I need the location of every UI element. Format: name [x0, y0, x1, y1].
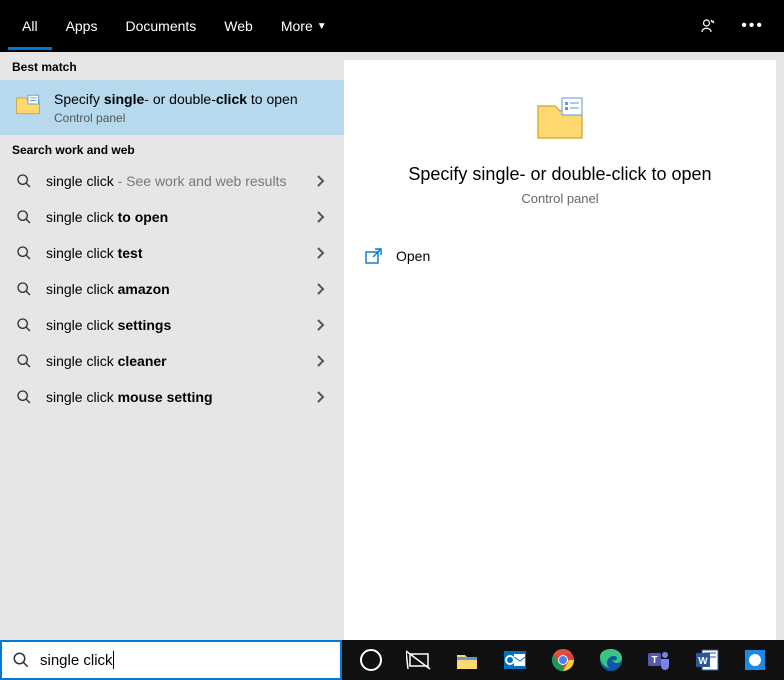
tab-label: More [281, 18, 313, 34]
tab-label: Apps [66, 18, 98, 34]
web-suggestion[interactable]: single click - See work and web results [0, 163, 344, 199]
chevron-right-icon [316, 210, 330, 224]
tab-more[interactable]: More ▼ [267, 2, 341, 50]
search-icon [14, 243, 34, 263]
web-suggestion[interactable]: single click to open [0, 199, 344, 235]
results-panel: Best match Specify single- or double-cli… [0, 52, 344, 640]
chevron-right-icon [316, 390, 330, 404]
feedback-icon[interactable] [687, 9, 729, 43]
best-match-subtitle: Control panel [54, 111, 330, 125]
suggestion-text: single click mouse setting [46, 389, 304, 405]
web-suggestion[interactable]: single click mouse setting [0, 379, 344, 415]
svg-text:T: T [651, 655, 657, 666]
web-suggestion[interactable]: single click amazon [0, 271, 344, 307]
folder-options-icon [14, 90, 42, 118]
search-icon [14, 315, 34, 335]
open-action[interactable]: Open [360, 239, 760, 273]
search-input-value: single click [40, 652, 113, 669]
preview-panel: Specify single- or double-click to open … [344, 60, 776, 640]
best-match-result[interactable]: Specify single- or double-click to open … [0, 80, 344, 135]
tab-all[interactable]: All [8, 2, 52, 50]
text-cursor [113, 651, 114, 669]
suggestion-text: single click cleaner [46, 353, 304, 369]
chevron-down-icon: ▼ [317, 21, 327, 32]
tab-web[interactable]: Web [210, 2, 267, 50]
chevron-right-icon [316, 282, 330, 296]
search-input-box[interactable]: single click [0, 640, 342, 680]
search-icon [14, 279, 34, 299]
tab-label: Web [224, 18, 253, 34]
taskbar-teams-icon[interactable]: T [636, 640, 682, 680]
taskbar-app-icon[interactable] [732, 640, 778, 680]
web-suggestion[interactable]: single click cleaner [0, 343, 344, 379]
suggestion-text: single click settings [46, 317, 304, 333]
taskbar-outlook-icon[interactable] [492, 640, 538, 680]
open-label: Open [396, 248, 430, 264]
tab-apps[interactable]: Apps [52, 2, 112, 50]
chevron-right-icon [316, 318, 330, 332]
search-icon [14, 171, 34, 191]
web-suggestion[interactable]: single click test [0, 235, 344, 271]
suggestion-text: single click - See work and web results [46, 173, 304, 189]
taskbar-cortana-icon[interactable] [348, 640, 394, 680]
taskbar-chrome-icon[interactable] [540, 640, 586, 680]
folder-options-icon [532, 90, 588, 146]
search-scope-tabs: All Apps Documents Web More ▼ ••• [0, 0, 784, 52]
suggestion-text: single click to open [46, 209, 304, 225]
tab-label: All [22, 18, 38, 34]
search-icon [14, 387, 34, 407]
open-icon [364, 247, 382, 265]
tab-documents[interactable]: Documents [111, 2, 210, 50]
preview-title: Specify single- or double-click to open [364, 164, 756, 185]
section-header-web: Search work and web [0, 135, 344, 163]
svg-text:W: W [698, 656, 708, 667]
chevron-right-icon [316, 354, 330, 368]
search-icon [14, 351, 34, 371]
more-options-icon[interactable]: ••• [729, 9, 776, 43]
taskbar-edge-icon[interactable] [588, 640, 634, 680]
chevron-right-icon [316, 174, 330, 188]
search-icon [12, 651, 30, 669]
section-header-best-match: Best match [0, 52, 344, 80]
search-icon [14, 207, 34, 227]
best-match-title: Specify single- or double-click to open [54, 90, 330, 108]
taskbar-word-icon[interactable]: W [684, 640, 730, 680]
web-suggestion[interactable]: single click settings [0, 307, 344, 343]
taskbar-file-explorer-icon[interactable] [444, 640, 490, 680]
taskbar-taskview-icon[interactable] [396, 640, 442, 680]
tab-label: Documents [125, 18, 196, 34]
taskbar: T W [342, 640, 784, 680]
suggestion-text: single click test [46, 245, 304, 261]
preview-subtitle: Control panel [364, 191, 756, 206]
suggestion-text: single click amazon [46, 281, 304, 297]
chevron-right-icon [316, 246, 330, 260]
